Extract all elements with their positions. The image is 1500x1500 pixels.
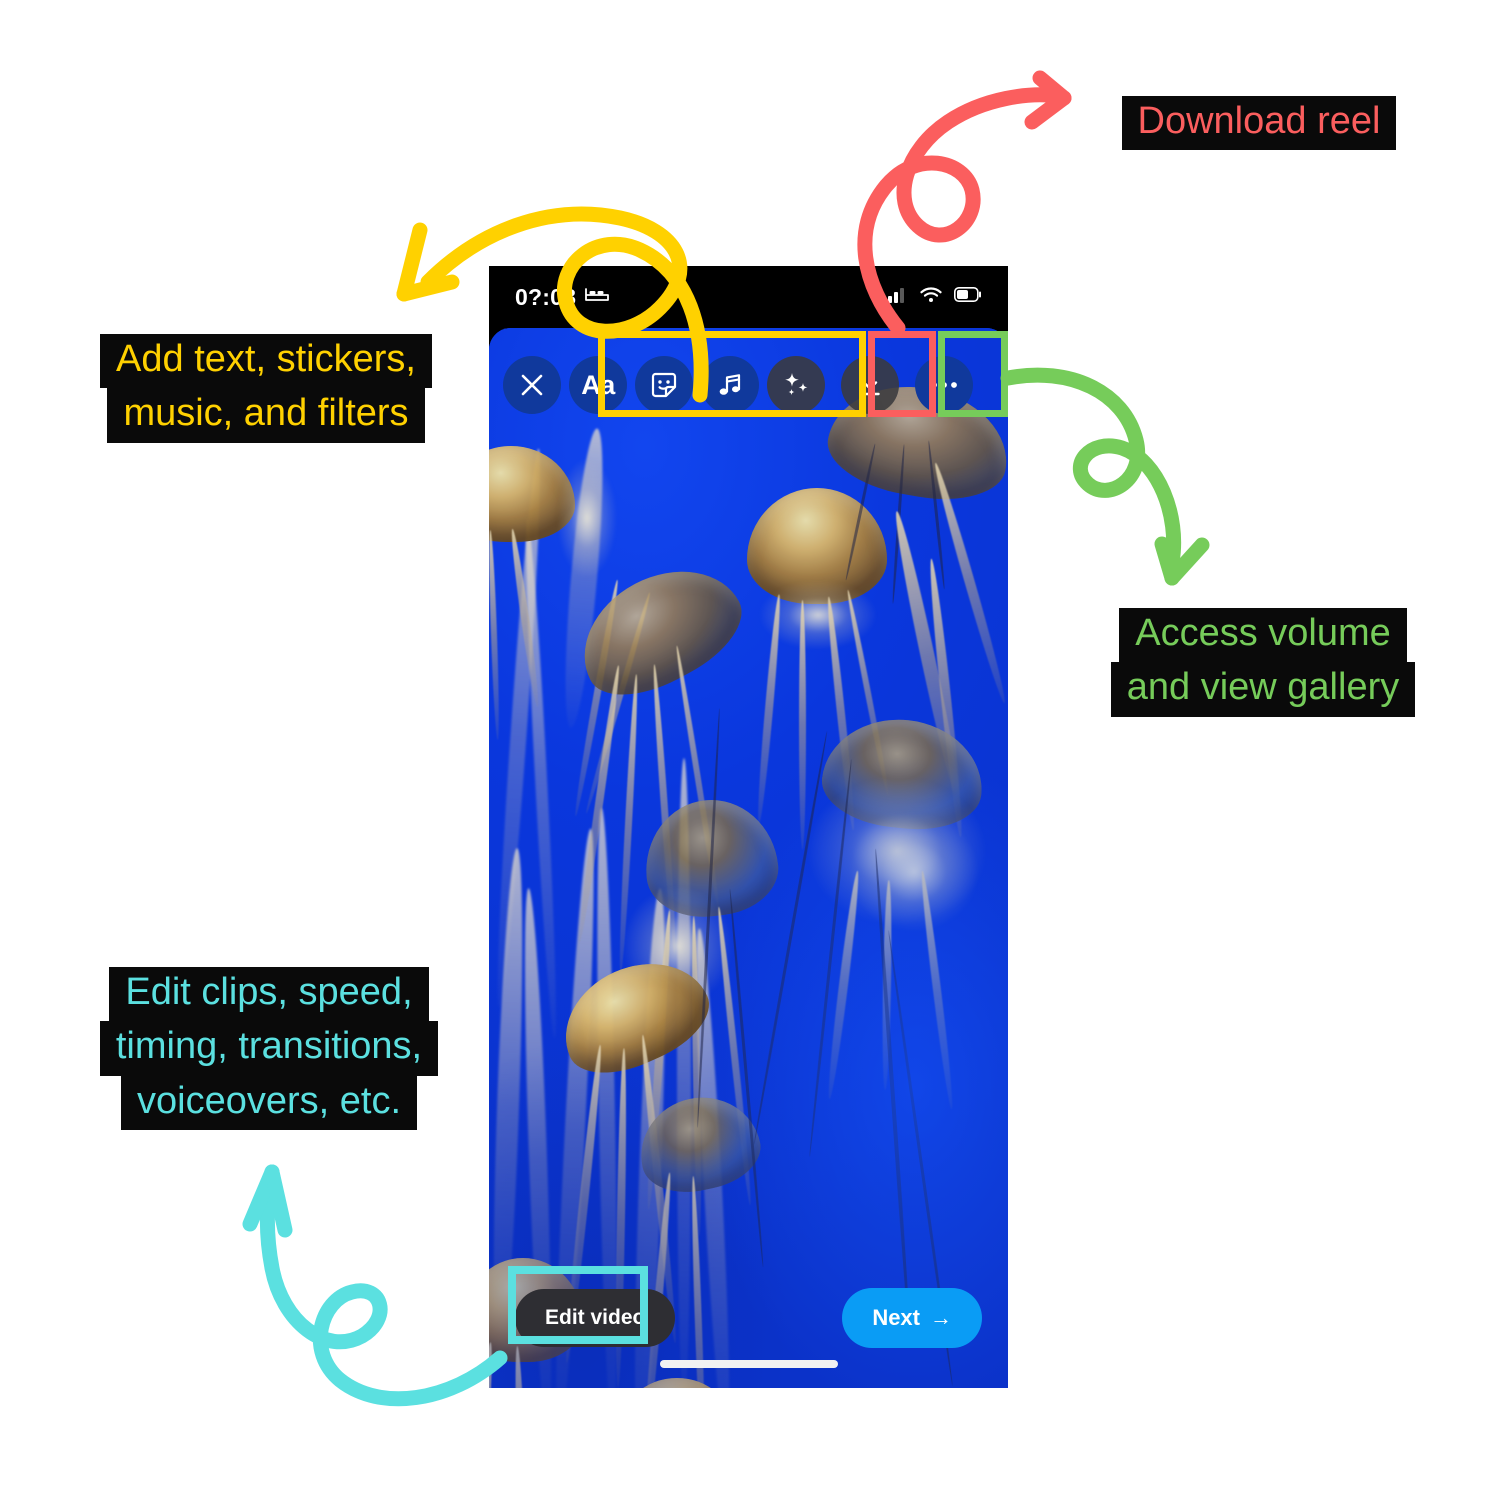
battery-icon <box>954 287 982 307</box>
next-button-label: Next <box>872 1305 920 1330</box>
home-indicator <box>659 1360 838 1368</box>
status-bar: 0?:08 <box>489 266 1008 328</box>
callout-download-reel: Download reel <box>1094 96 1424 151</box>
download-icon <box>860 373 880 396</box>
callout-line: Download reel <box>1121 96 1397 151</box>
ellipsis-icon <box>931 382 957 388</box>
sticker-button[interactable] <box>635 356 693 414</box>
video-preview[interactable]: Aa <box>489 328 1008 1388</box>
sticker-smiley-icon <box>651 372 677 398</box>
callout-line: Access volume <box>1119 608 1407 663</box>
text-aa-icon: Aa <box>581 369 615 400</box>
music-button[interactable] <box>701 356 759 414</box>
close-icon <box>521 374 543 396</box>
download-button[interactable] <box>841 356 899 414</box>
cellular-signal-icon <box>888 287 908 308</box>
wifi-icon <box>920 286 942 308</box>
text-button[interactable]: Aa <box>569 356 627 414</box>
arrow-right-icon: → <box>930 1305 952 1330</box>
status-bar-right <box>888 286 982 308</box>
creative-tools-group: Aa <box>569 356 825 414</box>
status-bar-clock: 0?:08 <box>515 283 577 310</box>
editor-toolbar: Aa <box>489 346 1008 424</box>
green-arrow <box>1000 367 1210 586</box>
screenshot-canvas: 0?:08 Aa Edit video Next → Add text, sti… <box>0 0 1500 1500</box>
status-bar-left: 0?:08 <box>515 284 609 311</box>
effects-button[interactable] <box>767 356 825 414</box>
callout-edit-clips: Edit clips, speed, timing, transitions, … <box>72 967 466 1130</box>
callout-access-volume: Access volume and view gallery <box>1080 608 1446 717</box>
next-button[interactable]: Next → <box>842 1288 982 1348</box>
callout-line: voiceovers, etc. <box>121 1075 417 1130</box>
more-options-button[interactable] <box>915 356 973 414</box>
sparkles-icon <box>785 373 808 395</box>
jellyfish-scene <box>489 328 1008 1388</box>
callout-line: timing, transitions, <box>99 1021 439 1076</box>
close-button[interactable] <box>503 356 561 414</box>
callout-line: and view gallery <box>1110 662 1416 717</box>
callout-line: Add text, stickers, <box>100 334 432 389</box>
music-note-icon <box>719 374 741 395</box>
edit-video-button[interactable]: Edit video <box>515 1289 676 1347</box>
bed-icon <box>585 286 609 308</box>
callout-line: music, and filters <box>107 388 425 443</box>
water-lighting <box>489 328 1008 1388</box>
callout-line: Edit clips, speed, <box>109 967 429 1022</box>
callout-add-text: Add text, stickers, music, and filters <box>64 334 468 443</box>
cyan-arrow <box>242 1164 508 1407</box>
phone-mockup: 0?:08 Aa Edit video Next → <box>489 266 1008 1388</box>
